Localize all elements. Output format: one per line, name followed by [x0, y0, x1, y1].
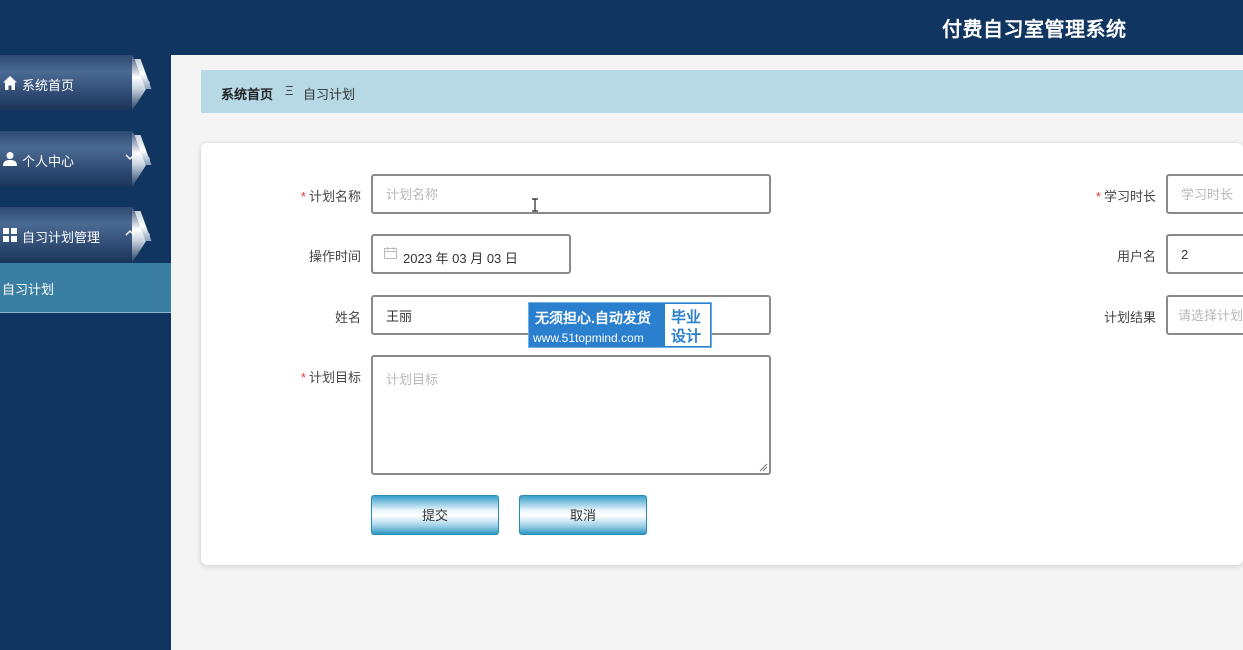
plan-goal-textarea[interactable]: [371, 355, 771, 475]
watermark-line2: www.51topmind.com: [533, 331, 644, 345]
sidebar-item-home[interactable]: 系统首页: [0, 55, 150, 111]
sidebar-item-label: 自习计划管理: [22, 230, 101, 245]
text-cursor-icon: [532, 198, 538, 212]
sidebar-item-study-plan-management[interactable]: 自习计划管理: [0, 207, 150, 263]
app-title: 付费自习室管理系统: [942, 19, 1127, 41]
required-asterisk: *: [300, 189, 306, 204]
home-icon: [3, 76, 17, 90]
username-input[interactable]: [1166, 234, 1243, 274]
user-icon: [3, 152, 17, 166]
study-duration-input[interactable]: [1166, 174, 1243, 214]
grid-icon: [3, 228, 17, 242]
required-asterisk: *: [1095, 189, 1101, 204]
chevron-up-icon: [125, 229, 135, 236]
watermark-badge-line1: 毕业: [671, 309, 702, 326]
sidebar: 系统首页 个人中心 自习计划管理 自习计划: [0, 55, 171, 650]
chevron-down-icon: [125, 154, 135, 161]
calendar-icon: [384, 247, 397, 259]
breadcrumb-current: 自习计划: [303, 87, 356, 102]
plan-result-select[interactable]: [1166, 295, 1243, 335]
watermark-line1: 无须担心.自动发货: [535, 310, 651, 326]
operation-time-datepicker[interactable]: 2023 年 03 月 03 日: [371, 234, 571, 274]
operation-time-value: 2023 年 03 月 03 日: [403, 251, 518, 266]
breadcrumb: 系统首页 Ξ 自习计划: [201, 70, 1243, 113]
watermark-badge-line2: 设计: [671, 328, 702, 345]
sidebar-item-label: 个人中心: [22, 154, 75, 169]
resize-handle-icon[interactable]: [759, 463, 768, 472]
sidebar-subitem-label: 自习计划: [2, 282, 55, 297]
form-card: *计划名称 *学习时长 操作时间 2023 年 03 月 03 日 用户名 姓名…: [201, 143, 1243, 565]
plan-name-label: * 计划名称: [300, 189, 361, 204]
breadcrumb-home[interactable]: 系统首页: [221, 84, 273, 103]
cancel-button[interactable]: 取消: [519, 495, 647, 535]
study-duration-label: * 学习时长: [1095, 189, 1156, 204]
sidebar-item-label: 系统首页: [22, 78, 75, 93]
plan-result-label: 计划结果: [1103, 310, 1156, 325]
watermark-banner: 无须担心.自动发货 www.51topmind.com 毕业 设计: [528, 302, 712, 348]
submit-button[interactable]: 提交: [371, 495, 499, 535]
sidebar-subitem-study-plan[interactable]: 自习计划: [0, 263, 171, 313]
watermark-badge: 毕业 设计: [665, 304, 710, 346]
name-label: 姓名: [334, 310, 361, 325]
required-asterisk: *: [300, 370, 306, 385]
plan-goal-label: * 计划目标: [300, 370, 361, 385]
operation-time-label: 操作时间: [308, 249, 361, 264]
sidebar-item-personal-center[interactable]: 个人中心: [0, 131, 150, 187]
username-label: 用户名: [1116, 249, 1156, 264]
breadcrumb-separator: Ξ: [285, 83, 294, 98]
plan-name-input[interactable]: [371, 174, 771, 214]
top-header: 付费自习室管理系统: [0, 0, 1243, 55]
